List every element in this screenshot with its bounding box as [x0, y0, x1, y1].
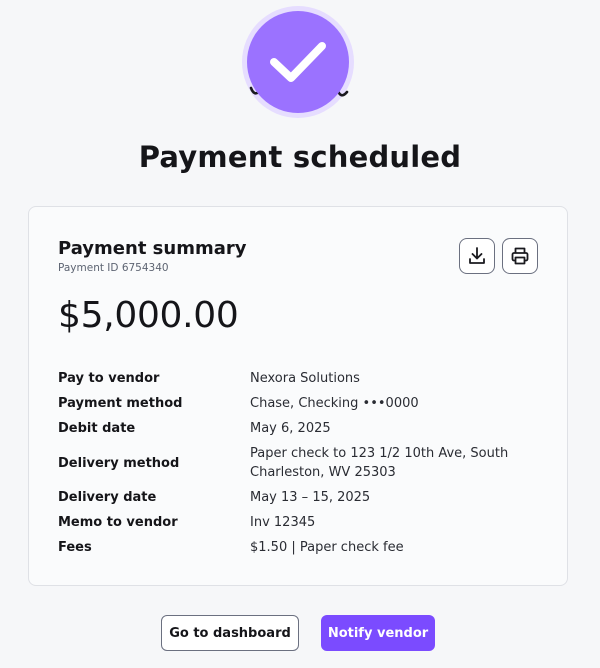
- detail-label: Delivery date: [58, 490, 157, 505]
- check-icon: [270, 42, 326, 82]
- payment-id: Payment ID 6754340: [58, 262, 169, 274]
- detail-label: Fees: [58, 540, 92, 555]
- payment-amount: $5,000.00: [58, 295, 239, 336]
- payment-details: Pay to vendor Nexora Solutions Payment m…: [58, 369, 548, 563]
- go-to-dashboard-button[interactable]: Go to dashboard: [161, 615, 299, 651]
- detail-value: Inv 12345: [250, 515, 316, 530]
- detail-row-delivery-date: Delivery date May 13 – 15, 2025: [58, 488, 548, 507]
- success-illustration: [0, 0, 600, 120]
- printer-icon: [511, 247, 529, 265]
- detail-value: May 13 – 15, 2025: [250, 490, 371, 505]
- payment-summary-card: Payment summary Payment ID 6754340 $5,00…: [28, 206, 568, 586]
- detail-value: $1.50 | Paper check fee: [250, 540, 404, 555]
- detail-row-fees: Fees $1.50 | Paper check fee: [58, 538, 548, 557]
- detail-row-memo: Memo to vendor Inv 12345: [58, 513, 548, 532]
- detail-label: Debit date: [58, 421, 136, 436]
- detail-value: May 6, 2025: [250, 421, 331, 436]
- detail-value: Paper check to 123 1/2 10th Ave, South C…: [250, 446, 509, 480]
- detail-row-vendor: Pay to vendor Nexora Solutions: [58, 369, 548, 388]
- print-button[interactable]: [502, 238, 538, 274]
- download-button[interactable]: [459, 238, 495, 274]
- detail-label: Memo to vendor: [58, 515, 178, 530]
- detail-label: Payment method: [58, 396, 183, 411]
- action-bar: Go to dashboard Notify vendor: [0, 615, 600, 651]
- detail-label: Pay to vendor: [58, 371, 160, 386]
- page-title: Payment scheduled: [138, 140, 462, 174]
- notify-vendor-button[interactable]: Notify vendor: [321, 615, 435, 651]
- detail-row-delivery-method: Delivery method Paper check to 123 1/2 1…: [58, 444, 548, 482]
- detail-value: Chase, Checking •••0000: [250, 396, 419, 411]
- download-icon: [469, 247, 485, 264]
- summary-heading: Payment summary: [58, 238, 247, 259]
- detail-row-debit-date: Debit date May 6, 2025: [58, 419, 548, 438]
- detail-label: Delivery method: [58, 455, 180, 471]
- detail-row-payment-method: Payment method Chase, Checking •••0000: [58, 394, 548, 413]
- detail-value: Nexora Solutions: [250, 371, 360, 386]
